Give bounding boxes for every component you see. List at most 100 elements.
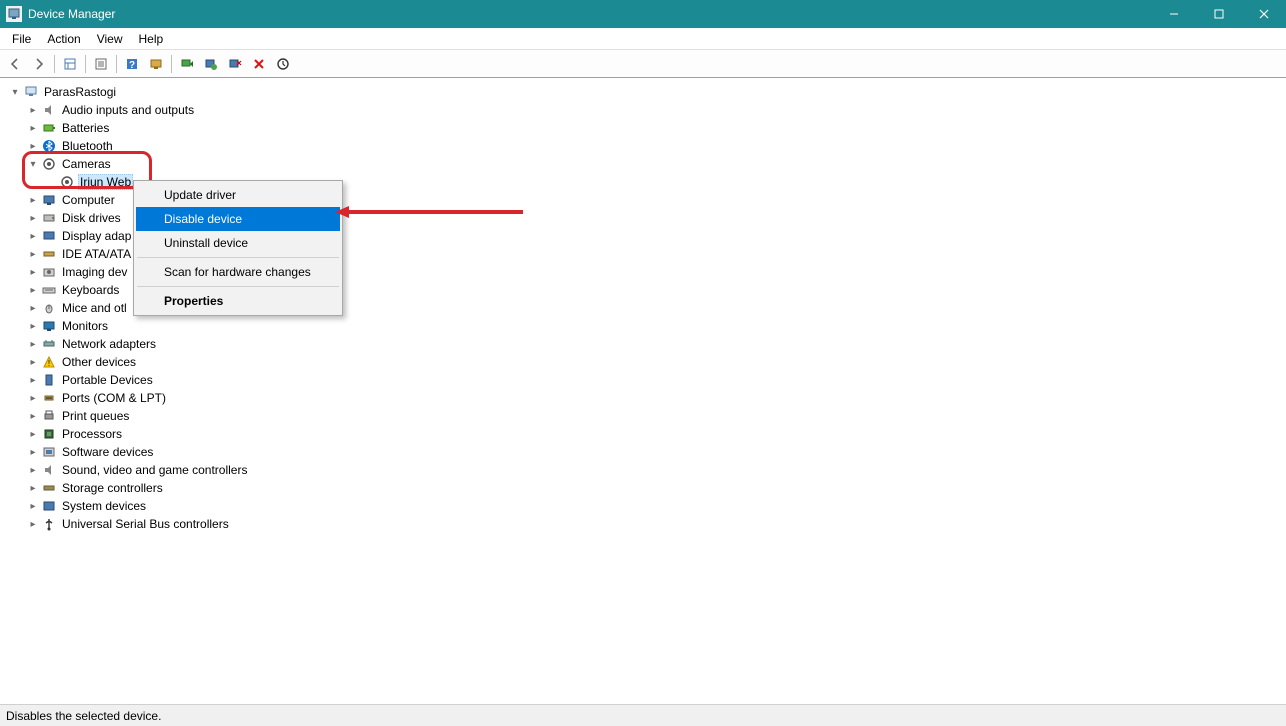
- usb-icon: [41, 516, 57, 532]
- software-icon: [41, 444, 57, 460]
- context-menu-separator: [137, 257, 339, 258]
- tree-item-sound-video-game[interactable]: ▸ Sound, video and game controllers: [8, 461, 1286, 479]
- chevron-right-icon[interactable]: ▸: [26, 247, 40, 261]
- chevron-right-icon[interactable]: ▸: [26, 211, 40, 225]
- scan-hardware-button[interactable]: [145, 53, 167, 75]
- chevron-right-icon[interactable]: ▸: [26, 463, 40, 477]
- computer-icon: [41, 192, 57, 208]
- tree-item-audio[interactable]: ▸ Audio inputs and outputs: [8, 101, 1286, 119]
- battery-icon: [41, 120, 57, 136]
- menu-action[interactable]: Action: [39, 30, 88, 48]
- tree-item-label: Universal Serial Bus controllers: [60, 517, 231, 531]
- window-title: Device Manager: [28, 7, 115, 21]
- tree-item-software-devices[interactable]: ▸ Software devices: [8, 443, 1286, 461]
- context-menu-disable-device[interactable]: Disable device: [136, 207, 340, 231]
- chevron-right-icon[interactable]: ▸: [26, 103, 40, 117]
- chevron-down-icon[interactable]: ▾: [26, 157, 40, 171]
- chevron-right-icon[interactable]: ▸: [26, 193, 40, 207]
- chevron-right-icon[interactable]: ▸: [26, 499, 40, 513]
- tree-item-processors[interactable]: ▸ Processors: [8, 425, 1286, 443]
- chevron-right-icon[interactable]: ▸: [26, 391, 40, 405]
- computer-icon: [23, 84, 39, 100]
- tree-item-usb-controllers[interactable]: ▸ Universal Serial Bus controllers: [8, 515, 1286, 533]
- context-menu-properties[interactable]: Properties: [136, 289, 340, 313]
- help-button[interactable]: ?: [121, 53, 143, 75]
- chevron-right-icon[interactable]: ▸: [26, 229, 40, 243]
- menu-file[interactable]: File: [4, 30, 39, 48]
- tree-item-print-queues[interactable]: ▸ Print queues: [8, 407, 1286, 425]
- enable-device-button[interactable]: [200, 53, 222, 75]
- display-icon: [41, 228, 57, 244]
- uninstall-button[interactable]: [248, 53, 270, 75]
- properties-button[interactable]: [90, 53, 112, 75]
- tree-item-label: Ports (COM & LPT): [60, 391, 168, 405]
- tree-item-label: Portable Devices: [60, 373, 155, 387]
- toolbar-separator: [116, 55, 117, 73]
- maximize-button[interactable]: [1196, 0, 1241, 28]
- tree-item-monitors[interactable]: ▸ Monitors: [8, 317, 1286, 335]
- chevron-right-icon[interactable]: ▸: [26, 445, 40, 459]
- chevron-right-icon[interactable]: ▸: [26, 481, 40, 495]
- chevron-right-icon[interactable]: ▸: [26, 337, 40, 351]
- chevron-right-icon[interactable]: ▸: [26, 139, 40, 153]
- tree-item-label: Monitors: [60, 319, 110, 333]
- port-icon: [41, 390, 57, 406]
- tree-item-label: Sound, video and game controllers: [60, 463, 249, 477]
- tree-item-network-adapters[interactable]: ▸ Network adapters: [8, 335, 1286, 353]
- tree-root-label: ParasRastogi: [42, 85, 118, 99]
- app-icon: [6, 6, 22, 22]
- toolbar: ?: [0, 50, 1286, 78]
- chevron-right-icon[interactable]: ▸: [26, 427, 40, 441]
- network-icon: [41, 336, 57, 352]
- device-tree-pane[interactable]: ▾ ParasRastogi ▸ Audio inputs and output…: [0, 78, 1286, 704]
- no-expander: [44, 175, 58, 189]
- tree-item-system-devices[interactable]: ▸ System devices: [8, 497, 1286, 515]
- toolbar-separator: [85, 55, 86, 73]
- context-menu-scan-hardware[interactable]: Scan for hardware changes: [136, 260, 340, 284]
- chevron-right-icon[interactable]: ▸: [26, 283, 40, 297]
- tree-item-ports[interactable]: ▸ Ports (COM & LPT): [8, 389, 1286, 407]
- tree-item-label: Software devices: [60, 445, 155, 459]
- chevron-right-icon[interactable]: ▸: [26, 517, 40, 531]
- chevron-right-icon[interactable]: ▸: [26, 265, 40, 279]
- tree-root[interactable]: ▾ ParasRastogi: [8, 83, 1286, 101]
- toolbar-separator: [171, 55, 172, 73]
- tree-item-label: Cameras: [60, 157, 113, 171]
- show-hide-tree-button[interactable]: [59, 53, 81, 75]
- tree-item-label: System devices: [60, 499, 148, 513]
- chevron-right-icon[interactable]: ▸: [26, 301, 40, 315]
- tree-item-cameras[interactable]: ▾ Cameras: [8, 155, 1286, 173]
- chevron-right-icon[interactable]: ▸: [26, 373, 40, 387]
- update-driver-button[interactable]: [176, 53, 198, 75]
- minimize-button[interactable]: [1151, 0, 1196, 28]
- chevron-down-icon[interactable]: ▾: [8, 85, 22, 99]
- ide-icon: [41, 246, 57, 262]
- imaging-icon: [41, 264, 57, 280]
- tree-item-storage-controllers[interactable]: ▸ Storage controllers: [8, 479, 1286, 497]
- disable-device-button[interactable]: [224, 53, 246, 75]
- context-menu-update-driver[interactable]: Update driver: [136, 183, 340, 207]
- tree-item-batteries[interactable]: ▸ Batteries: [8, 119, 1286, 137]
- tree-item-portable-devices[interactable]: ▸ Portable Devices: [8, 371, 1286, 389]
- svg-text:!: !: [48, 359, 50, 368]
- chevron-right-icon[interactable]: ▸: [26, 319, 40, 333]
- status-bar: Disables the selected device.: [0, 704, 1286, 726]
- tree-item-label: Imaging dev: [60, 265, 129, 279]
- menu-help[interactable]: Help: [131, 30, 172, 48]
- disk-icon: [41, 210, 57, 226]
- system-icon: [41, 498, 57, 514]
- chevron-right-icon[interactable]: ▸: [26, 355, 40, 369]
- refresh-button[interactable]: [272, 53, 294, 75]
- context-menu-separator: [137, 286, 339, 287]
- tree-item-label: Iriun Web: [78, 174, 133, 190]
- back-button[interactable]: [4, 53, 26, 75]
- tree-item-bluetooth[interactable]: ▸ Bluetooth: [8, 137, 1286, 155]
- forward-button[interactable]: [28, 53, 50, 75]
- tree-item-other-devices[interactable]: ▸ ! Other devices: [8, 353, 1286, 371]
- chevron-right-icon[interactable]: ▸: [26, 409, 40, 423]
- context-menu-uninstall-device[interactable]: Uninstall device: [136, 231, 340, 255]
- toolbar-separator: [54, 55, 55, 73]
- close-button[interactable]: [1241, 0, 1286, 28]
- menu-view[interactable]: View: [89, 30, 131, 48]
- chevron-right-icon[interactable]: ▸: [26, 121, 40, 135]
